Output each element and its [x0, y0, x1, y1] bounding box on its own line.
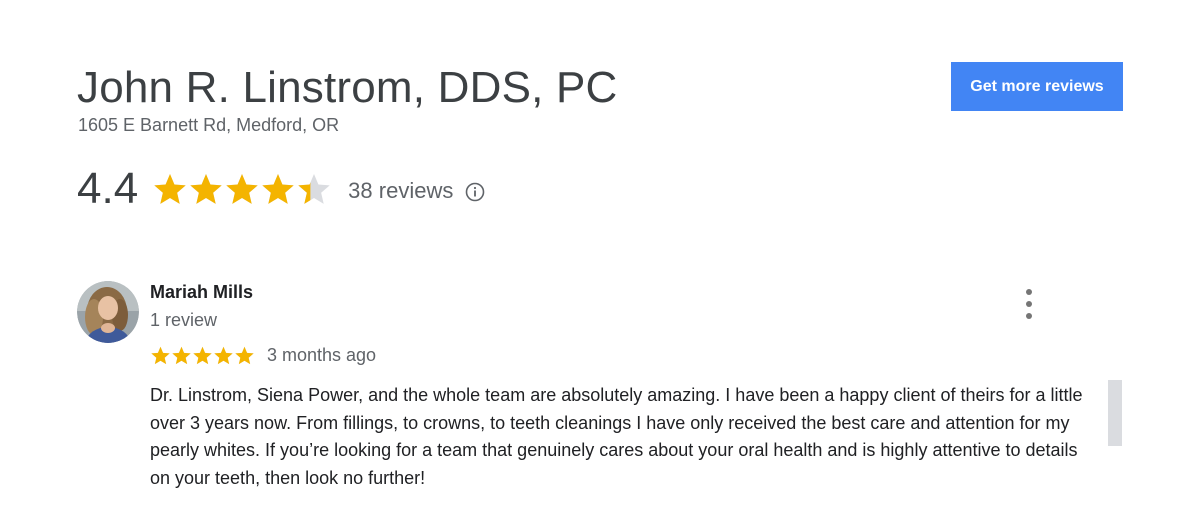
star-icon: [226, 174, 258, 204]
more-vert-icon[interactable]: [1020, 289, 1038, 319]
star-icon: [235, 346, 254, 364]
info-icon[interactable]: [465, 182, 485, 202]
menu-dot: [1026, 313, 1032, 319]
stars-svg: [154, 174, 330, 204]
review-date: 3 months ago: [267, 344, 377, 365]
star-icon: [154, 174, 186, 204]
business-address: 1605 E Barnett Rd, Medford, OR: [78, 115, 340, 135]
menu-dot: [1026, 289, 1032, 295]
star-icon: [193, 346, 212, 364]
rating-summary: 4.4 38 reviews: [77, 164, 485, 214]
review-meta: 3 months ago: [150, 343, 376, 367]
review-stars: [150, 345, 255, 366]
star-icon: [214, 346, 233, 364]
reviewer-avatar[interactable]: [77, 281, 139, 343]
star-icon: [190, 174, 222, 204]
reviewer-name[interactable]: Mariah Mills: [150, 281, 253, 303]
review-count[interactable]: 38 reviews: [348, 178, 453, 204]
star-icon: [151, 346, 170, 364]
scrollbar-thumb[interactable]: [1108, 380, 1122, 446]
star-icon: [172, 346, 191, 364]
reviewer-review-count: 1 review: [150, 310, 218, 330]
business-name: John R. Linstrom, DDS, PC: [77, 63, 618, 112]
star-icon: [298, 174, 330, 204]
review-text: Dr. Linstrom, Siena Power, and the whole…: [150, 385, 1083, 488]
rating-value: 4.4: [77, 164, 139, 213]
menu-dot: [1026, 301, 1032, 307]
rating-stars: [152, 171, 332, 207]
reviews-widget: John R. Linstrom, DDS, PC 1605 E Barnett…: [0, 0, 1200, 509]
stars-svg: [151, 346, 254, 364]
get-more-reviews-button[interactable]: Get more reviews: [951, 62, 1123, 111]
star-icon: [262, 174, 294, 204]
